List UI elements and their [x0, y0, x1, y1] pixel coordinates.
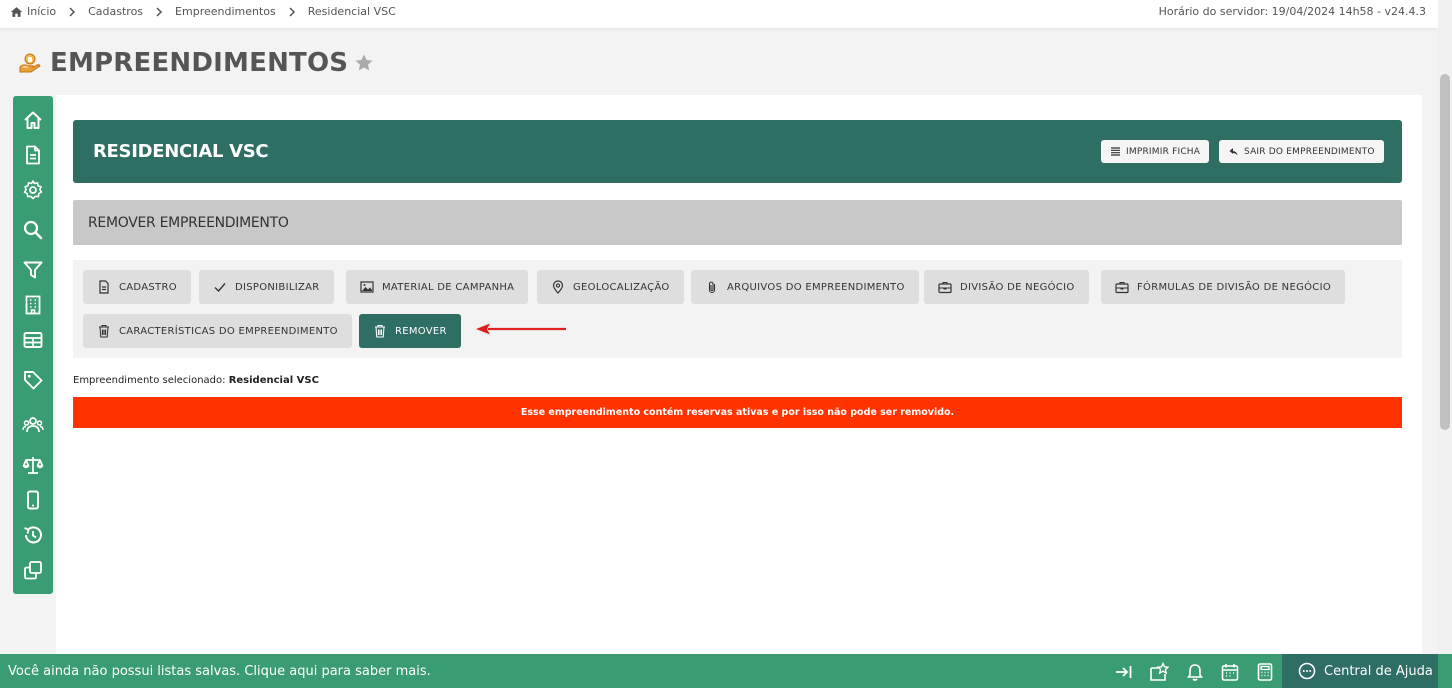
- divisao-negocio-button-label: DIVISÃO DE NEGÓCIO: [960, 281, 1075, 293]
- caracteristicas-button-label: CARACTERÍSTICAS DO EMPREENDIMENTO: [119, 325, 338, 337]
- material-campanha-button-label: MATERIAL DE CAMPANHA: [382, 281, 515, 293]
- material-campanha-button[interactable]: MATERIAL DE CAMPANHA: [346, 270, 529, 304]
- login-arrow-icon[interactable]: [1114, 662, 1134, 682]
- gear-icon[interactable]: [22, 179, 44, 201]
- cadastro-button-label: CADASTRO: [119, 281, 177, 293]
- geolocalizacao-button-label: GEOLOCALIZAÇÃO: [573, 281, 670, 293]
- arquivos-button[interactable]: ARQUIVOS DO EMPREENDIMENTO: [691, 270, 919, 304]
- home-icon[interactable]: [10, 6, 23, 18]
- chevron-right-icon: [289, 6, 295, 17]
- history-icon[interactable]: [22, 524, 44, 546]
- arquivos-button-label: ARQUIVOS DO EMPREENDIMENTO: [727, 281, 905, 293]
- chevron-right-icon: [69, 6, 76, 17]
- print-button-label: IMPRIMIR FICHA: [1126, 146, 1201, 157]
- selected-project-label: Empreendimento selecionado:: [73, 375, 229, 386]
- check-icon: [214, 283, 226, 293]
- briefcase-icon: [938, 281, 952, 294]
- scale-icon[interactable]: [22, 454, 44, 476]
- table-icon[interactable]: [22, 329, 44, 351]
- page-header: EMPREENDIMENTOS: [18, 48, 374, 78]
- filter-icon[interactable]: [22, 259, 44, 281]
- chat-help-icon: [1298, 662, 1316, 680]
- calculator-icon[interactable]: [1255, 662, 1275, 682]
- briefcase-icon: [1115, 281, 1129, 294]
- breadcrumb-item-current: Residencial VSC: [307, 5, 396, 18]
- sidebar: [13, 96, 53, 594]
- favorite-list-icon[interactable]: [1149, 662, 1169, 682]
- disponibilizar-button[interactable]: DISPONIBILIZAR: [199, 270, 334, 304]
- building-icon[interactable]: [22, 294, 44, 316]
- remover-button-label: REMOVER: [395, 325, 447, 337]
- trash-icon: [375, 324, 385, 338]
- tag-icon[interactable]: [22, 369, 44, 391]
- trash-icon: [99, 324, 109, 338]
- formulas-divisao-button[interactable]: FÓRMULAS DE DIVISÃO DE NEGÓCIO: [1101, 270, 1345, 304]
- paperclip-icon: [708, 281, 716, 294]
- project-title: RESIDENCIAL VSC: [93, 141, 269, 162]
- breadcrumb-item-empreendimentos[interactable]: Empreendimentos: [175, 5, 276, 18]
- server-time: Horário do servidor: 19/04/2024 14h58 - …: [1158, 5, 1426, 18]
- disponibilizar-button-label: DISPONIBILIZAR: [235, 281, 320, 293]
- action-buttons-panel: CADASTRO DISPONIBILIZAR MATERIAL DE CAMP…: [73, 260, 1402, 358]
- cadastro-button[interactable]: CADASTRO: [83, 270, 191, 304]
- image-icon: [360, 281, 374, 293]
- help-center-label: Central de Ajuda: [1324, 663, 1433, 679]
- home-icon[interactable]: [22, 109, 44, 131]
- section-bar: REMOVER EMPREENDIMENTO: [73, 200, 1402, 245]
- calendar-icon[interactable]: [1220, 662, 1240, 682]
- saved-lists-message[interactable]: Você ainda não possui listas salvas. Cli…: [8, 664, 431, 679]
- print-button[interactable]: IMPRIMIR FICHA: [1101, 140, 1210, 163]
- selected-project-value: Residencial VSC: [228, 375, 319, 386]
- page-title: EMPREENDIMENTOS: [50, 48, 349, 78]
- document-icon[interactable]: [22, 144, 44, 166]
- remover-button[interactable]: REMOVER: [359, 314, 461, 348]
- help-center-button[interactable]: Central de Ajuda: [1282, 654, 1438, 688]
- section-title: REMOVER EMPREENDIMENTO: [88, 215, 289, 231]
- map-pin-icon: [552, 280, 564, 294]
- project-header: RESIDENCIAL VSC IMPRIMIR FICHA SAIR DO E…: [73, 120, 1402, 183]
- formulas-divisao-button-label: FÓRMULAS DE DIVISÃO DE NEGÓCIO: [1137, 281, 1331, 293]
- caracteristicas-button[interactable]: CARACTERÍSTICAS DO EMPREENDIMENTO: [83, 314, 352, 348]
- building-hand-icon: [19, 53, 41, 73]
- exit-project-button-label: SAIR DO EMPREENDIMENTO: [1244, 146, 1375, 157]
- copy-icon[interactable]: [22, 559, 44, 581]
- document-icon: [99, 280, 109, 294]
- breadcrumb-item-cadastros[interactable]: Cadastros: [88, 5, 143, 18]
- exit-project-button[interactable]: SAIR DO EMPREENDIMENTO: [1219, 140, 1384, 163]
- error-alert: Esse empreendimento contém reservas ativ…: [73, 397, 1402, 428]
- bottom-bar: Você ainda não possui listas salvas. Cli…: [0, 654, 1452, 688]
- selected-project-line: Empreendimento selecionado: Residencial …: [73, 375, 319, 386]
- scrollbar-thumb[interactable]: [1440, 74, 1450, 430]
- top-bar: Início Cadastros Empreendimentos Residen…: [0, 0, 1438, 28]
- annotation-arrow-icon: [476, 323, 566, 335]
- reply-icon: [1229, 148, 1238, 156]
- main-content: RESIDENCIAL VSC IMPRIMIR FICHA SAIR DO E…: [56, 95, 1422, 655]
- users-icon[interactable]: [22, 414, 44, 436]
- geolocalizacao-button[interactable]: GEOLOCALIZAÇÃO: [537, 270, 684, 304]
- breadcrumb: Início Cadastros Empreendimentos Residen…: [10, 5, 396, 18]
- chevron-right-icon: [156, 6, 163, 17]
- favorite-star-icon[interactable]: [354, 53, 374, 73]
- list-icon: [1111, 147, 1120, 156]
- page-scrollbar[interactable]: [1438, 0, 1452, 654]
- bell-icon[interactable]: [1185, 662, 1205, 682]
- divisao-negocio-button[interactable]: DIVISÃO DE NEGÓCIO: [924, 270, 1089, 304]
- breadcrumb-item-home[interactable]: Início: [27, 5, 56, 18]
- mobile-icon[interactable]: [22, 489, 44, 511]
- search-icon[interactable]: [22, 219, 44, 241]
